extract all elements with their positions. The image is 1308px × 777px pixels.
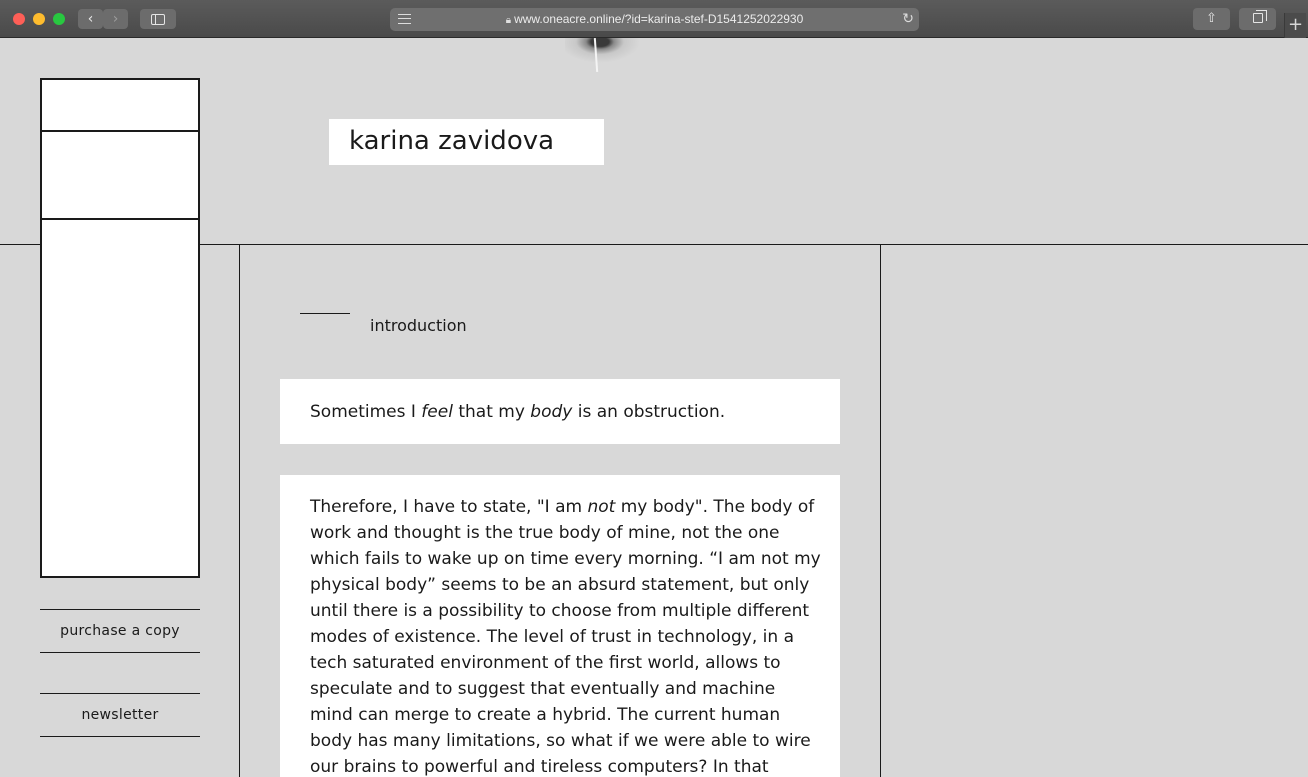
minimize-window-button[interactable] bbox=[33, 13, 45, 25]
share-button[interactable]: ⇧ bbox=[1193, 8, 1230, 30]
tabs-icon bbox=[1253, 10, 1267, 23]
quote-emphasis: body bbox=[530, 402, 573, 422]
forward-button[interactable]: › bbox=[103, 9, 128, 29]
section-title: introduction bbox=[370, 316, 467, 335]
nav-cell[interactable] bbox=[42, 80, 198, 132]
paragraph-line: speculate and to suggest that eventually… bbox=[310, 679, 776, 699]
back-button[interactable]: ‹ bbox=[78, 9, 103, 29]
section-marker bbox=[300, 313, 350, 314]
paragraph-line: Therefore, I have to state, "I am not my… bbox=[310, 497, 815, 517]
quote-text: is an obstruction. bbox=[572, 402, 726, 422]
author-name: karina zavidova bbox=[329, 119, 604, 165]
nav-cell[interactable] bbox=[42, 220, 198, 576]
paragraph-line: physical body” seems to be an absurd sta… bbox=[310, 575, 810, 595]
share-icon: ⇧ bbox=[1206, 11, 1217, 26]
purchase-copy-link[interactable]: purchase a copy bbox=[40, 609, 200, 653]
body-emphasis: not bbox=[587, 497, 616, 517]
paragraph-line: tech saturated environment of the first … bbox=[310, 653, 781, 673]
paragraph-line: modes of existence. The level of trust i… bbox=[310, 627, 794, 647]
column-divider-right bbox=[880, 244, 881, 777]
paragraph-line: until there is a possibility to choose f… bbox=[310, 601, 810, 621]
column-divider-left bbox=[239, 244, 240, 777]
quote-block: Sometimes I feel that my body is an obst… bbox=[280, 379, 840, 444]
quote-text: Sometimes I bbox=[310, 402, 422, 422]
fullscreen-window-button[interactable] bbox=[53, 13, 65, 25]
url-text: www.oneacre.online/?id=karina-stef-D1541… bbox=[514, 12, 804, 26]
browser-toolbar: ‹ › 🔒︎ www.oneacre.online/?id=karina-stef… bbox=[0, 0, 1308, 38]
lock-icon: 🔒︎ bbox=[505, 15, 512, 26]
header-image bbox=[565, 38, 665, 76]
paragraph-line: which fails to wake up on time every mor… bbox=[310, 549, 821, 569]
address-bar[interactable]: 🔒︎ www.oneacre.online/?id=karina-stef-D15… bbox=[390, 8, 919, 31]
side-navigation-panel bbox=[40, 78, 200, 578]
quote-text: that my bbox=[452, 402, 531, 422]
paragraph-line: work and thought is the true body of min… bbox=[310, 523, 780, 543]
nav-cell[interactable] bbox=[42, 132, 198, 220]
paragraph-line: mind can merge to create a hybrid. The c… bbox=[310, 705, 781, 725]
close-window-button[interactable] bbox=[13, 13, 25, 25]
paragraph-line: our brains to powerful and tireless comp… bbox=[310, 757, 769, 777]
article-body: Therefore, I have to state, "I am not my… bbox=[280, 475, 840, 777]
reload-icon[interactable]: ↻ bbox=[902, 10, 914, 29]
new-tab-button[interactable]: + bbox=[1284, 13, 1306, 38]
newsletter-link[interactable]: newsletter bbox=[40, 693, 200, 737]
show-tabs-button[interactable] bbox=[1239, 8, 1276, 30]
paragraph-line: body has many limitations, so what if we… bbox=[310, 731, 811, 751]
sidebar-icon bbox=[151, 14, 165, 25]
sidebar-toggle-button[interactable] bbox=[140, 9, 176, 29]
quote-emphasis: feel bbox=[421, 402, 453, 422]
